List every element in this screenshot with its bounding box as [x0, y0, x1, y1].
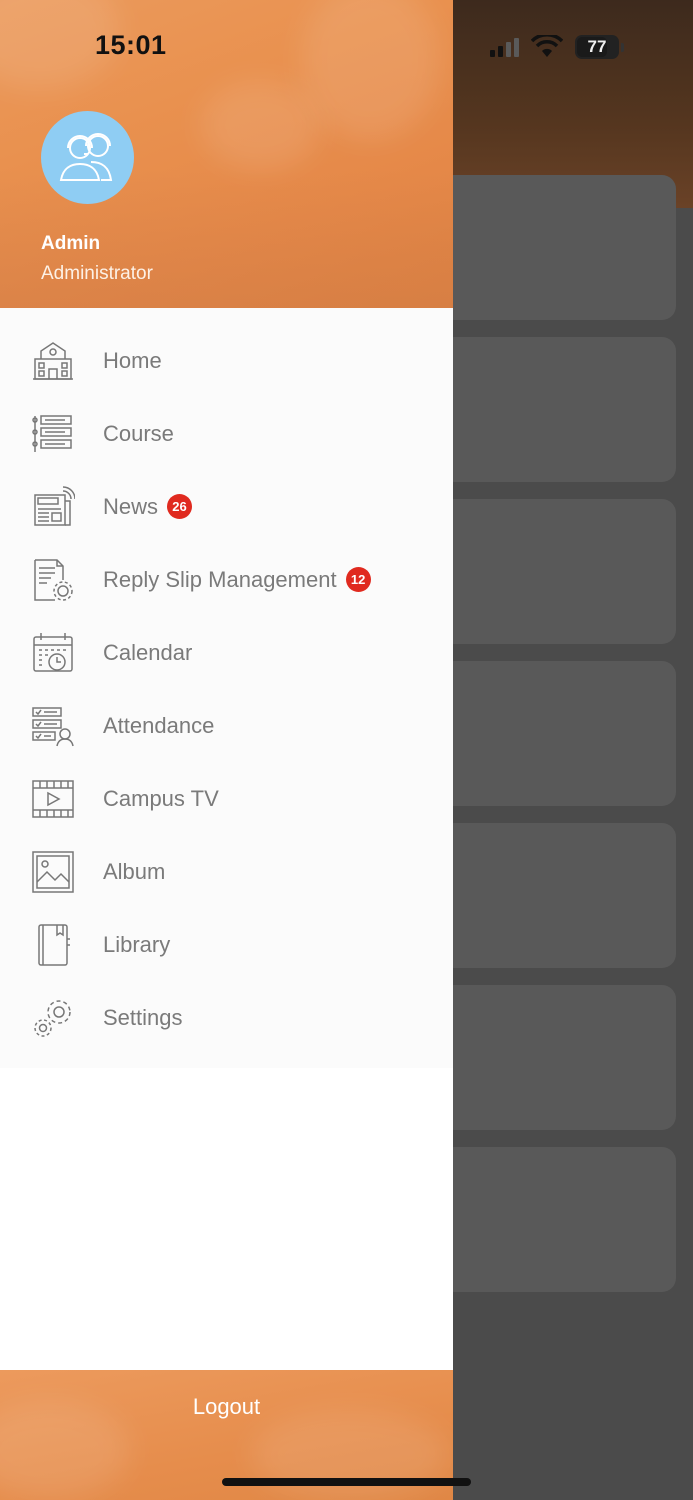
- menu-label-campus-tv: Campus TV: [103, 785, 219, 811]
- calendar-clock-icon: [33, 632, 73, 672]
- menu-item-news[interactable]: News 26: [0, 470, 453, 543]
- menu-item-attendance[interactable]: Attendance: [0, 689, 453, 762]
- background-card[interactable]: [440, 823, 676, 968]
- document-gear-icon: [34, 558, 73, 601]
- menu-item-reply-slip[interactable]: Reply Slip Management 12: [0, 543, 453, 616]
- background-card[interactable]: [440, 175, 676, 320]
- menu-item-library[interactable]: Library: [0, 908, 453, 981]
- users-headset-icon: [59, 132, 112, 181]
- logout-label: Logout: [192, 1394, 261, 1419]
- background-card[interactable]: [440, 661, 676, 806]
- course-list-icon: [32, 414, 72, 452]
- news-badge: 26: [167, 494, 193, 519]
- background-card[interactable]: [440, 337, 676, 482]
- wifi-icon: [531, 35, 563, 57]
- menu-label-library: Library: [103, 931, 171, 957]
- status-time: 15:01: [95, 30, 167, 60]
- background-card[interactable]: [440, 985, 676, 1130]
- menu-item-album[interactable]: Album: [0, 835, 453, 908]
- menu-item-calendar[interactable]: Calendar: [0, 616, 453, 689]
- battery-icon: 77: [575, 35, 619, 59]
- reply-slip-badge: 12: [345, 567, 371, 592]
- menu-label-news: News 26: [103, 494, 193, 520]
- menu-item-settings[interactable]: Settings: [0, 981, 453, 1054]
- menu-label-reply-slip: Reply Slip Management 12: [103, 567, 371, 593]
- avatar[interactable]: [41, 111, 134, 204]
- navigation-drawer: Admin Administrator Home Course News 26 …: [0, 0, 453, 1500]
- menu-item-home[interactable]: Home: [0, 324, 453, 397]
- menu-item-course[interactable]: Course: [0, 397, 453, 470]
- battery-level: 77: [587, 37, 607, 56]
- menu-label-attendance: Attendance: [103, 712, 215, 738]
- menu-label-settings: Settings: [103, 1004, 183, 1030]
- gears-icon: [34, 999, 71, 1037]
- user-role: Administrator: [41, 263, 153, 284]
- newspaper-icon: [34, 485, 75, 526]
- menu-label-course: Course: [103, 420, 174, 446]
- book-icon: [38, 923, 70, 966]
- user-name: Admin: [41, 233, 101, 254]
- attendance-list-icon: [32, 706, 74, 746]
- background-card[interactable]: [440, 499, 676, 644]
- status-icons: 77: [490, 32, 624, 62]
- school-building-icon: [33, 341, 73, 380]
- menu-label-album: Album: [103, 858, 166, 884]
- menu-label-calendar: Calendar: [103, 639, 193, 665]
- drawer-header: Admin Administrator: [0, 0, 453, 308]
- background-card[interactable]: [440, 1147, 676, 1292]
- menu-item-campus-tv[interactable]: Campus TV: [0, 762, 453, 835]
- drawer-menu: Home Course News 26 Reply Slip Managemen…: [0, 308, 453, 1068]
- cellular-signal-icon: [490, 37, 519, 57]
- home-indicator[interactable]: [222, 1478, 471, 1486]
- menu-label-home: Home: [103, 347, 162, 373]
- video-play-icon: [32, 779, 74, 818]
- image-icon: [32, 850, 74, 893]
